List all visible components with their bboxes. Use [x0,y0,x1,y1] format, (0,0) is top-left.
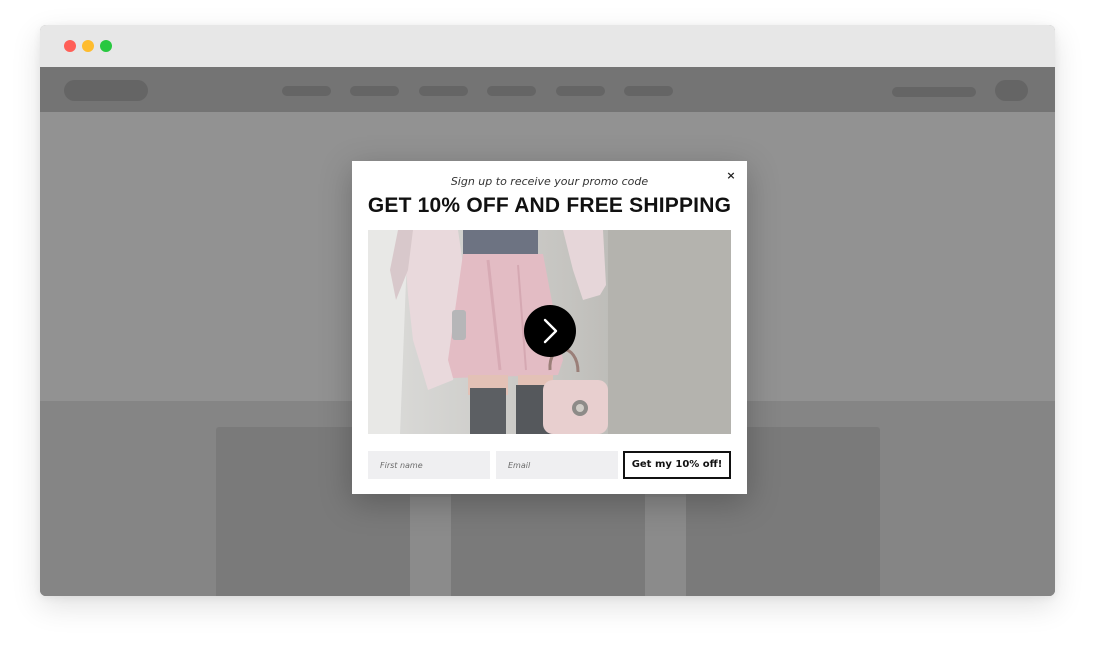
avatar-placeholder [995,80,1028,101]
email-field[interactable] [496,451,618,479]
divider-placeholder [645,497,686,596]
window-close-button[interactable] [64,40,76,52]
nav-item-placeholder [624,86,673,96]
nav-item-placeholder [419,86,468,96]
chevron-right-icon[interactable] [524,305,576,357]
get-discount-button[interactable]: Get my 10% off! [623,451,731,479]
nav-item-placeholder [556,86,605,96]
nav-item-placeholder [487,86,536,96]
nav-item-placeholder [282,86,331,96]
window-minimize-button[interactable] [82,40,94,52]
promo-popup: × Sign up to receive your promo code GET… [352,161,747,494]
first-name-field[interactable] [368,451,490,479]
popup-headline: GET 10% OFF AND FREE SHIPPING [367,194,732,217]
logo-placeholder [64,80,148,101]
window-zoom-button[interactable] [100,40,112,52]
fashion-photo [368,230,731,434]
divider-placeholder [410,497,451,596]
window-titlebar [40,25,1055,67]
site-header-placeholder [40,67,1055,112]
popup-subtitle: Sign up to receive your promo code [450,175,649,188]
search-placeholder [892,87,976,97]
nav-item-placeholder [350,86,399,96]
